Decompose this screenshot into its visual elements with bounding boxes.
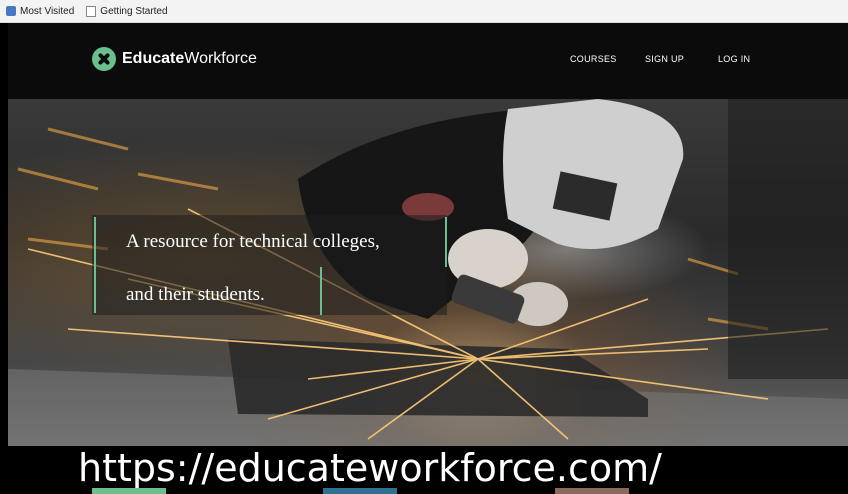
bookmark-most-visited[interactable]: Most Visited [6,6,74,17]
hero-banner: A resource for technical colleges, and t… [8,99,848,446]
url-caption: https://educateworkforce.com/ [78,446,662,490]
logo-mark-icon [92,47,116,71]
site-logo[interactable]: EducateWorkforce [92,47,257,71]
bookmark-folder-icon [6,6,16,16]
nav-sign-up[interactable]: SIGN UP [645,54,684,64]
tagline-left-accent [94,217,96,313]
tagline-right-accent-top [445,217,447,267]
feature-tile-1[interactable] [92,488,166,494]
bookmark-label: Most Visited [20,5,75,17]
tagline-line-1: A resource for technical colleges, [126,231,380,252]
tagline-right-accent-bottom [320,267,322,315]
tagline-line-2: and their students. [126,284,265,305]
bookmark-label: Getting Started [100,5,168,17]
nav-log-in[interactable]: LOG IN [718,54,750,64]
site-header: EducateWorkforce COURSES SIGN UP LOG IN [8,23,848,99]
url-caption-bar: https://educateworkforce.com/ [8,446,848,494]
logo-text-bold: Educate [122,50,185,67]
feature-tile-3[interactable] [555,488,629,494]
page-icon [86,5,97,17]
left-edge [0,23,8,494]
bookmarks-toolbar: Most Visited Getting Started [0,0,848,23]
logo-text: EducateWorkforce [122,50,257,68]
feature-tile-2[interactable] [323,488,397,494]
bookmark-getting-started[interactable]: Getting Started [86,5,168,17]
logo-text-regular: Workforce [184,50,257,67]
nav-courses[interactable]: COURSES [570,54,617,64]
